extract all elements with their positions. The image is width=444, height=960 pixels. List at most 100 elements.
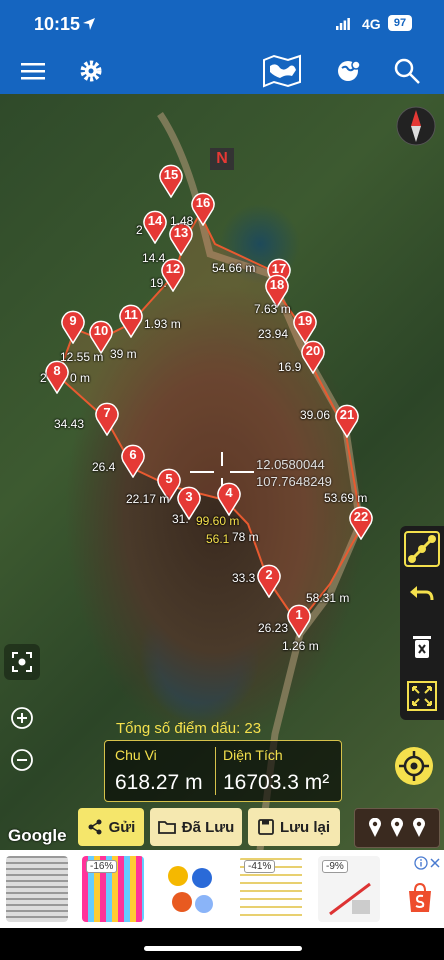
measurement-summary: Chu Vi 618.27 m Diện Tích 16703.3 m² — [104, 740, 342, 802]
map-marker-4[interactable]: 4 — [216, 482, 242, 517]
my-location-icon[interactable] — [394, 746, 434, 786]
perimeter-label: Chu Vi — [115, 747, 157, 763]
location-arrow-icon — [83, 18, 95, 30]
shopee-logo-icon — [409, 882, 431, 912]
markers-toggle-button[interactable] — [354, 808, 440, 848]
send-button-label: Gửi — [108, 818, 136, 836]
saved-button[interactable]: Đã Lưu — [150, 808, 242, 846]
home-indicator[interactable] — [144, 946, 302, 951]
bird-figure-icon — [168, 866, 213, 913]
map-marker-6[interactable]: 6 — [120, 444, 146, 479]
zoom-in-icon[interactable] — [4, 700, 40, 736]
distance-label: 58.31 m — [306, 591, 350, 605]
undo-icon[interactable] — [404, 578, 440, 614]
marker-number: 7 — [103, 405, 111, 420]
compass-icon[interactable] — [396, 106, 436, 146]
marker-number: 18 — [269, 277, 285, 292]
distance-label: 19. — [150, 276, 167, 290]
zoom-out-icon[interactable] — [4, 742, 40, 778]
distance-label: 78 m — [232, 530, 259, 544]
map-marker-9[interactable]: 9 — [60, 310, 86, 345]
distance-label: 22.17 m — [126, 492, 170, 506]
marker-number: 15 — [163, 167, 179, 182]
marker-number: 16 — [195, 195, 211, 210]
ad-banner[interactable]: -16% -41% -9% — [0, 850, 444, 928]
ad-product[interactable]: -9% — [318, 856, 380, 922]
save-button-label: Lưu lại — [279, 818, 331, 836]
map-marker-15[interactable]: 15 — [158, 164, 184, 199]
ad-product[interactable]: -41% — [240, 856, 302, 922]
map-marker-20[interactable]: 20 — [300, 340, 326, 375]
discount-badge: -16% — [86, 860, 118, 873]
map-marker-22[interactable]: 22 — [348, 506, 374, 541]
marker-number: 5 — [165, 471, 173, 486]
map-icon[interactable] — [262, 54, 302, 88]
map-marker-21[interactable]: 21 — [334, 404, 360, 439]
google-logo: Google — [8, 826, 67, 845]
close-icon[interactable] — [428, 856, 442, 870]
fullscreen-scan-icon[interactable] — [4, 644, 40, 680]
map-marker-7[interactable]: 7 — [94, 402, 120, 437]
battery-level: 97 — [388, 15, 412, 31]
perimeter-value: 618.27 m — [115, 771, 203, 794]
map-marker-1[interactable]: 1 — [286, 604, 312, 639]
distance-label: 39.06 — [300, 408, 331, 422]
menu-icon[interactable] — [18, 56, 48, 86]
distance-label: 14.4 — [142, 251, 166, 265]
map-marker-8[interactable]: 8 — [44, 360, 70, 395]
map-marker-19[interactable]: 19 — [292, 310, 318, 345]
marker-number: 20 — [305, 343, 321, 358]
distance-label: 53.69 m — [324, 491, 368, 505]
marker-number: 1 — [295, 607, 303, 622]
discount-badge: -9% — [322, 860, 348, 873]
map-marker-11[interactable]: 11 — [118, 304, 144, 339]
center-longitude: 107.7648249 — [256, 474, 332, 489]
marker-number: 14 — [147, 213, 163, 228]
distance-label: 23.94 — [258, 327, 289, 341]
marker-number: 21 — [339, 407, 355, 422]
distance-label: 26.4 — [92, 460, 116, 474]
marker-number: 22 — [353, 509, 369, 524]
ad-product[interactable] — [6, 856, 68, 922]
map-marker-16[interactable]: 16 — [190, 192, 216, 227]
distance-label: 2 — [136, 223, 143, 237]
distance-label: 34.43 — [54, 417, 85, 431]
summary-divider — [215, 747, 216, 795]
distance-label: 16.9 — [278, 360, 302, 374]
marker-number: 10 — [93, 323, 109, 338]
distance-label: 12.55 m — [60, 350, 104, 364]
area-label: Diện Tích — [223, 747, 283, 763]
pen-icon — [329, 882, 371, 916]
distance-label: 1.48 — [170, 214, 194, 228]
cursor-bearing: 56.1 — [206, 532, 230, 546]
cursor-distance: 99.60 m — [196, 514, 240, 528]
share-icon — [88, 819, 102, 835]
distance-label: 33.3 — [232, 571, 256, 585]
ad-product[interactable]: -16% — [82, 856, 144, 922]
home-indicator-area — [0, 928, 444, 960]
marker-number: 4 — [225, 485, 233, 500]
send-button[interactable]: Gửi — [78, 808, 144, 846]
trash-icon[interactable] — [404, 628, 440, 664]
marker-number: 6 — [129, 447, 137, 462]
marker-number: 11 — [124, 307, 138, 322]
floppy-disk-icon — [258, 819, 274, 835]
search-icon[interactable] — [392, 56, 422, 86]
info-icon[interactable] — [414, 856, 428, 870]
polygon-tool-icon[interactable] — [404, 531, 440, 567]
ad-product[interactable] — [160, 856, 222, 922]
distance-label: 1.26 m — [282, 639, 319, 653]
distance-label: 1.93 m — [144, 317, 181, 331]
expand-icon[interactable] — [404, 678, 440, 714]
center-latitude: 12.0580044 — [256, 457, 325, 472]
gear-icon[interactable] — [76, 56, 106, 86]
area-value: 16703.3 m² — [223, 771, 330, 794]
map-marker-14[interactable]: 14 — [142, 210, 168, 245]
globe-pin-icon[interactable] — [334, 56, 364, 86]
signal-icon — [336, 18, 350, 30]
distance-label: 26.23 — [258, 621, 289, 635]
map-marker-2[interactable]: 2 — [256, 564, 282, 599]
distance-label: 7.63 m — [254, 302, 291, 316]
save-button[interactable]: Lưu lại — [248, 808, 340, 846]
north-marker: N — [210, 148, 234, 170]
